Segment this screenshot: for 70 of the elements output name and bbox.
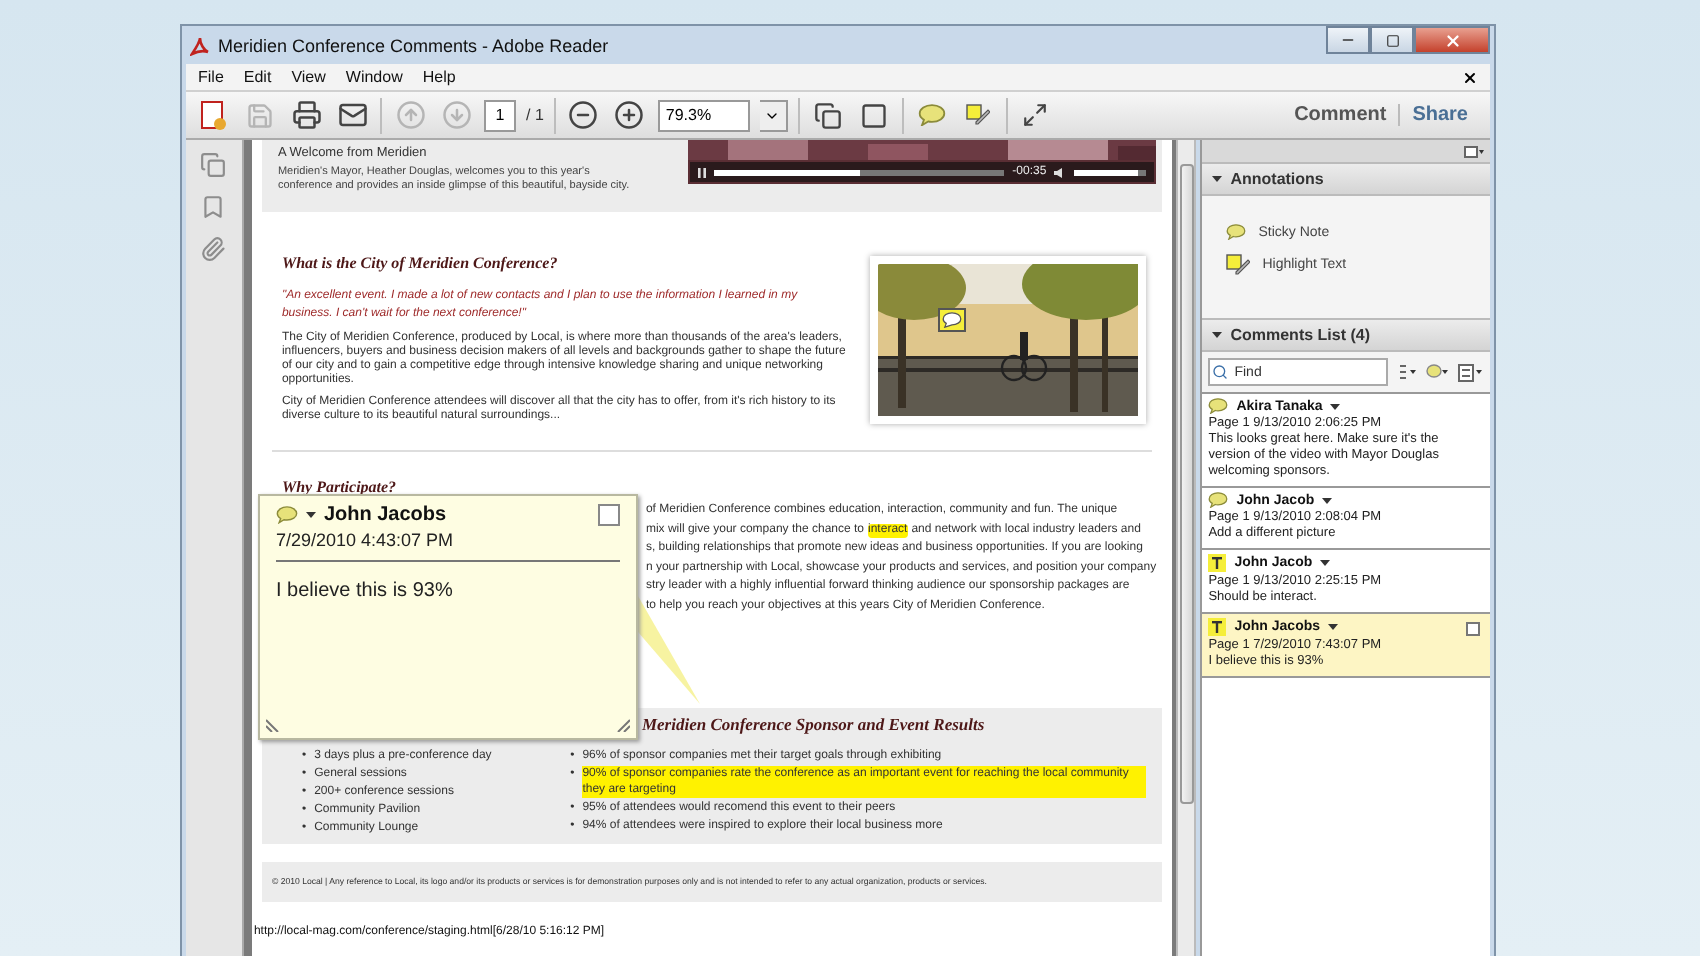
volume-slider[interactable] xyxy=(1074,169,1146,175)
minimize-note-button[interactable] xyxy=(597,504,620,526)
collapse-icon[interactable] xyxy=(1212,174,1223,184)
zoom-in-button[interactable] xyxy=(611,97,648,133)
bookmark-icon[interactable] xyxy=(200,194,227,220)
menu-item[interactable]: File xyxy=(198,68,224,86)
filter-icon[interactable] xyxy=(1426,364,1449,380)
sort-icon[interactable] xyxy=(1398,364,1417,380)
paperclip-icon[interactable] xyxy=(200,236,227,262)
close-document-icon[interactable] xyxy=(1462,69,1478,85)
caret-icon[interactable] xyxy=(1320,560,1331,566)
maximize-button[interactable] xyxy=(1370,26,1414,54)
panel-options-icon[interactable] xyxy=(1464,145,1484,157)
speech-bubble-icon xyxy=(275,506,298,524)
menu-item[interactable]: Help xyxy=(422,68,456,86)
speech-bubble-icon xyxy=(917,103,946,127)
page-count: / 1 xyxy=(526,106,544,124)
caret-icon[interactable] xyxy=(1328,624,1339,630)
comments-header[interactable]: Comments List (4) xyxy=(1202,318,1490,352)
zoom-dropdown-button[interactable] xyxy=(759,99,788,131)
zoom-out-button[interactable] xyxy=(565,97,602,133)
section-title: Annotations xyxy=(1230,170,1324,188)
highlight-t-icon xyxy=(1208,554,1227,572)
speech-bubble-icon xyxy=(1208,492,1229,508)
section-heading: Why Participate? xyxy=(281,480,399,494)
note-popup[interactable]: John Jacobs 7/29/2010 4:43:07 PM I believe this is 93% xyxy=(257,494,638,740)
speech-bubble-icon xyxy=(1208,398,1229,414)
page-number-field[interactable]: 1 xyxy=(484,99,516,131)
sticky-note-marker[interactable] xyxy=(937,308,966,332)
speaker-icon[interactable] xyxy=(1054,167,1067,177)
resize-grip-icon[interactable] xyxy=(265,718,280,732)
comment-tab[interactable]: Comment xyxy=(1282,104,1399,126)
collapse-icon[interactable] xyxy=(1212,330,1223,340)
section-heading: Meridien Conference Sponsor and Event Results xyxy=(641,717,985,731)
highlight-t-icon xyxy=(1208,618,1227,636)
window-title: Meridien Conference Comments - Adobe Reader xyxy=(218,35,609,55)
resize-grip-icon[interactable] xyxy=(615,718,630,732)
caret-icon[interactable] xyxy=(305,512,316,518)
print-button[interactable] xyxy=(288,97,324,133)
pause-icon[interactable] xyxy=(697,167,706,177)
pages-icon[interactable] xyxy=(200,152,227,178)
caret-icon[interactable] xyxy=(1330,403,1341,409)
highlighter-icon xyxy=(965,104,990,126)
speech-bubble-icon xyxy=(1226,224,1247,240)
section-heading: What is the City of Meridien Conference? xyxy=(281,256,560,270)
close-icon xyxy=(1443,31,1461,49)
highlighter-icon xyxy=(1226,254,1251,276)
caret-icon[interactable] xyxy=(1322,497,1333,503)
scrollbar[interactable] xyxy=(1176,140,1197,956)
menu-item[interactable]: Edit xyxy=(243,68,272,86)
checkbox[interactable] xyxy=(1466,622,1480,636)
section-title: Comments List (4) xyxy=(1230,326,1371,344)
pdf-logo-icon xyxy=(190,35,210,55)
options-icon[interactable] xyxy=(1458,363,1483,381)
scroll-thumb[interactable] xyxy=(1179,164,1194,804)
fit-page-button[interactable] xyxy=(809,97,846,133)
note-author: John Jacobs xyxy=(323,504,447,526)
note-text: I believe this is 93% xyxy=(275,580,455,602)
create-pdf-button[interactable] xyxy=(196,97,232,133)
annotations-header[interactable]: Annotations xyxy=(1202,162,1490,196)
seek-bar[interactable] xyxy=(713,169,1005,175)
close-button[interactable] xyxy=(1414,26,1490,54)
share-tab[interactable]: Share xyxy=(1398,104,1480,126)
note-date: 7/29/2010 4:43:07 PM xyxy=(275,530,620,562)
search-icon xyxy=(1212,364,1229,380)
maximize-icon xyxy=(1385,33,1399,47)
minimize-button[interactable] xyxy=(1326,26,1370,54)
menu-item[interactable]: View xyxy=(291,68,326,86)
menu-item[interactable]: Window xyxy=(345,68,403,86)
zoom-field[interactable]: 79.3% xyxy=(657,99,750,131)
